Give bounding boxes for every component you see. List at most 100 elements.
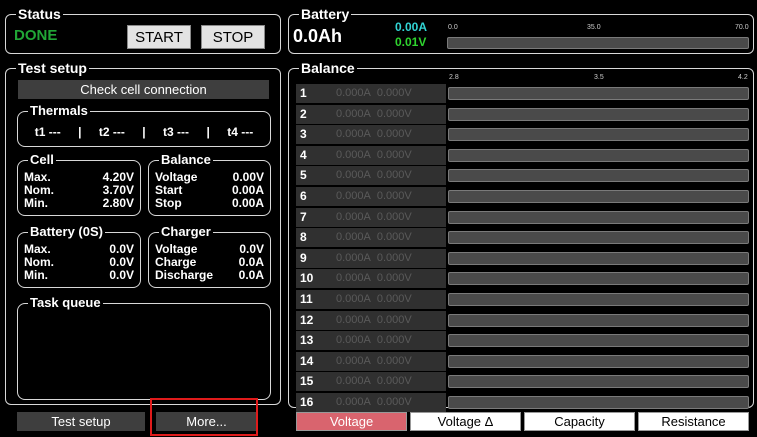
balance-scale-max: 4.2 [738,74,748,81]
balance-stop-label: Stop [155,196,182,210]
balance-row-values: 0.000A 0.000V [336,128,412,140]
balance-row-values: 0.000A 0.000V [336,272,412,284]
balance-config-group: Balance Voltage 0.00V Start 0.00A Stop 0.00… [148,152,271,216]
balance-row-current: 0.000A [336,190,371,202]
balance-row-bar [448,272,749,285]
balance-row-values: 0.000A 0.000V [336,149,412,161]
balance-row: 11 0.000A 0.000V [296,290,446,309]
status-state: DONE [14,27,58,44]
tab-voltage-delta[interactable]: Voltage Δ [410,412,521,431]
thermal-sep: | [142,125,146,139]
battery-panel: Battery 0.0Ah 0.00A 0.01V 0.0 35.0 70.0 [288,6,754,54]
balance-row: 6 0.000A 0.000V [296,187,446,206]
balance-row-current: 0.000A [336,169,371,181]
balance-row-number: 4 [300,148,307,162]
tab-voltage[interactable]: Voltage [296,412,407,431]
balance-scale-min: 2.8 [449,74,459,81]
test-setup-panel: Test setup Check cell connection Thermal… [5,60,281,405]
balance-row-current: 0.000A [336,87,371,99]
balance-row-voltage: 0.000V [376,252,412,264]
charger-title: Charger [159,224,213,240]
balance-row: 12 0.000A 0.000V [296,311,446,330]
status-panel: Status DONE START STOP [5,6,281,54]
tab-capacity[interactable]: Capacity [524,412,635,431]
balance-row-current: 0.000A [336,128,371,140]
battery-scale-min: 0.0 [448,24,458,31]
tab-resistance[interactable]: Resistance [638,412,749,431]
balance-scale-mid: 3.5 [594,74,604,81]
battery-voltage: 0.01V [395,35,427,49]
balance-row-current: 0.000A [336,375,371,387]
balance-row-number: 1 [300,86,307,100]
thermal-t1: t1 --- [34,125,61,139]
battery-scale-max: 70.0 [735,24,749,31]
battery-min-value: 0.0V [109,268,134,282]
balance-row-values: 0.000A 0.000V [336,252,412,264]
balance-row-voltage: 0.000V [376,272,412,284]
balance-row-voltage: 0.000V [376,396,412,408]
balance-row-voltage: 0.000V [376,314,412,326]
thermal-sep: | [78,125,82,139]
thermals-readout: t1 --- | t2 --- | t3 --- | t4 --- [18,125,270,139]
balance-row-number: 3 [300,127,307,141]
balance-row-values: 0.000A 0.000V [336,169,412,181]
balance-config-values: Voltage 0.00V Start 0.00A Stop 0.00A [155,171,264,210]
stop-button[interactable]: STOP [201,25,265,49]
balance-row-bar [448,396,749,409]
battery-config-group: Battery (0S) Max. 0.0V Nom. 0.0V Min. 0.0V [17,224,141,288]
check-cell-connection-button[interactable]: Check cell connection [18,80,269,99]
test-setup-button[interactable]: Test setup [17,412,145,431]
balance-row-voltage: 0.000V [376,169,412,181]
balance-row-voltage: 0.000V [376,128,412,140]
balance-row-current: 0.000A [336,252,371,264]
battery-min-label: Min. [24,268,48,282]
balance-config-title: Balance [159,152,213,168]
balance-row-bar [448,108,749,121]
balance-stop-value: 0.00A [231,196,264,210]
balance-row-bar [448,128,749,141]
balance-row-voltage: 0.000V [376,211,412,223]
balance-row: 9 0.000A 0.000V [296,249,446,268]
battery-capacity: 0.0Ah [293,26,343,46]
battery-current: 0.00A [395,20,428,34]
balance-row: 15 0.000A 0.000V [296,372,446,391]
balance-row-values: 0.000A 0.000V [336,190,412,202]
balance-row-current: 0.000A [336,108,371,120]
balance-title: Balance [299,60,357,76]
balance-row-values: 0.000A 0.000V [336,87,412,99]
balance-row-values: 0.000A 0.000V [336,355,412,367]
balance-row-bar [448,375,749,388]
balance-row-number: 2 [300,107,307,121]
balance-row-bar [448,190,749,203]
balance-row-bar [448,334,749,347]
thermals-title: Thermals [28,103,90,119]
charger-group: Charger Voltage 0.0V Charge 0.0A Discharge… [148,224,271,288]
battery-scale-mid: 35.0 [587,24,601,31]
task-queue-group: Task queue [17,295,271,400]
balance-row-number: 15 [300,374,314,388]
balance-row-current: 0.000A [336,355,371,367]
balance-row-voltage: 0.000V [376,293,412,305]
charger-discharge-value: 0.0A [238,268,264,282]
balance-row-current: 0.000A [336,149,371,161]
balance-row-bar [448,211,749,224]
cell-group: Cell Max. 4.20V Nom. 3.70V Min. 2.80V [17,152,141,216]
balance-row-voltage: 0.000V [376,334,412,346]
charger-values: Voltage 0.0V Charge 0.0A Discharge 0.0A [155,243,264,282]
balance-row-bar [448,355,749,368]
balance-row: 4 0.000A 0.000V [296,146,446,165]
cell-min-label: Min. [24,196,48,210]
balance-row-number: 16 [300,395,314,409]
balance-row-values: 0.000A 0.000V [336,314,412,326]
balance-row: 13 0.000A 0.000V [296,331,446,350]
balance-row-number: 8 [300,230,307,244]
balance-row-current: 0.000A [336,314,371,326]
balance-row-voltage: 0.000V [376,149,412,161]
balance-row: 16 0.000A 0.000V [296,393,446,412]
cell-values: Max. 4.20V Nom. 3.70V Min. 2.80V [24,171,134,210]
start-button[interactable]: START [127,25,191,49]
balance-row-number: 10 [300,271,314,285]
balance-row-current: 0.000A [336,334,371,346]
balance-row-voltage: 0.000V [376,108,412,120]
battery-config-title: Battery (0S) [28,224,105,240]
